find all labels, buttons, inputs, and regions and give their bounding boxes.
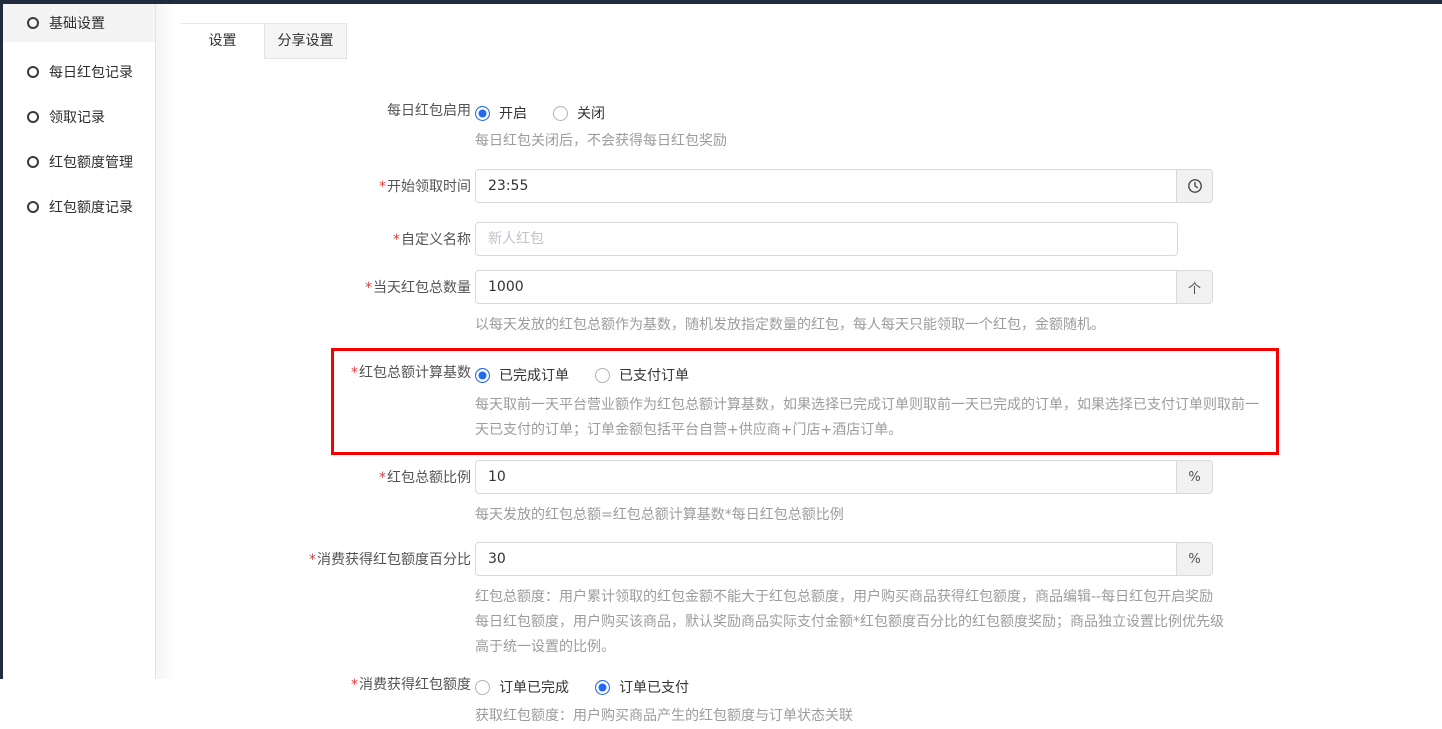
radio-icon — [595, 680, 610, 695]
window-frame-left — [0, 0, 3, 679]
required-mark: * — [365, 280, 372, 296]
radio-enable-off[interactable]: 关闭 — [553, 103, 605, 123]
radio-icon — [475, 680, 490, 695]
field-label: *消费获得红包额度 — [157, 675, 475, 729]
circle-icon — [27, 156, 39, 168]
field-hint: 每天取前一天平台营业额作为红包总额计算基数，如果选择已完成订单则取前一天已完成的… — [475, 393, 1268, 443]
circle-icon — [27, 66, 39, 78]
field-label: *开始领取时间 — [157, 169, 475, 203]
field-label: 每日红包启用 — [157, 101, 475, 154]
circle-icon — [27, 111, 39, 123]
row-quota-order-status: *消费获得红包额度 订单已完成 订单已支付 获取红包额度：用户购买商品产生的红包… — [157, 675, 1442, 729]
field-label: *红包总额计算基数 — [334, 363, 475, 443]
radio-icon — [475, 368, 490, 383]
window-frame-top — [0, 0, 1442, 4]
daily-redpacket-settings-form: 每日红包启用 开启 关闭 每日红包关闭后，不会获得每日红包奖励 — [157, 101, 1442, 729]
row-daily-redpacket-enable: 每日红包启用 开启 关闭 每日红包关闭后，不会获得每日红包奖励 — [157, 101, 1442, 154]
sidebar-item-label: 每日红包记录 — [49, 62, 133, 82]
clock-icon[interactable] — [1176, 170, 1212, 202]
sidebar-item-label: 基础设置 — [49, 13, 105, 33]
required-mark: * — [351, 677, 358, 693]
daily-count-input[interactable] — [476, 271, 1176, 303]
sidebar-item-basic-settings[interactable]: 基础设置 — [3, 4, 155, 42]
field-label: *自定义名称 — [157, 222, 475, 256]
row-total-ratio: *红包总额比例 % 每天发放的红包总额=红包总额计算基数*每日红包总额比例 — [157, 460, 1442, 528]
quota-percent-input[interactable] — [476, 543, 1176, 575]
field-hint: 红包总额度：用户累计领取的红包金额不能大于红包总额度，用户购买商品获得红包额度，… — [475, 585, 1227, 660]
field-hint: 每日红包关闭后，不会获得每日红包奖励 — [475, 129, 1442, 154]
sidebar-item-quota-management[interactable]: 红包额度管理 — [3, 139, 155, 184]
sidebar-item-label: 领取记录 — [49, 107, 105, 127]
radio-completed-orders[interactable]: 已完成订单 — [475, 365, 569, 385]
field-label: *红包总额比例 — [157, 460, 475, 528]
sidebar-item-claim-records[interactable]: 领取记录 — [3, 94, 155, 139]
radio-icon — [475, 106, 490, 121]
field-label: *消费获得红包额度百分比 — [157, 542, 475, 660]
required-mark: * — [379, 179, 386, 195]
row-total-calc-base: *红包总额计算基数 已完成订单 已支付订单 每天取前一天平台营业额作为红包总额计 — [334, 363, 1268, 443]
field-hint: 每天发放的红包总额=红包总额计算基数*每日红包总额比例 — [475, 503, 1442, 528]
total-ratio-input[interactable] — [476, 461, 1176, 493]
required-mark: * — [379, 470, 386, 486]
field-label: *当天红包总数量 — [157, 270, 475, 338]
required-mark: * — [393, 232, 400, 248]
custom-name-input[interactable] — [475, 222, 1178, 256]
percent-addon: % — [1176, 461, 1212, 493]
circle-icon — [27, 17, 39, 29]
row-start-claim-time: *开始领取时间 — [157, 169, 1442, 203]
percent-addon: % — [1176, 543, 1212, 575]
sidebar-item-quota-records[interactable]: 红包额度记录 — [3, 184, 155, 229]
highlight-red-box: *红包总额计算基数 已完成订单 已支付订单 每天取前一天平台营业额作为红包总额计 — [331, 348, 1279, 455]
tab-settings[interactable]: 设置 — [181, 24, 264, 59]
radio-paid-orders[interactable]: 已支付订单 — [595, 365, 689, 385]
sidebar-item-label: 红包额度记录 — [49, 197, 133, 217]
tab-bar: 设置 分享设置 — [181, 23, 347, 59]
unit-addon: 个 — [1176, 271, 1212, 303]
radio-order-completed[interactable]: 订单已完成 — [475, 677, 569, 697]
radio-enable-on[interactable]: 开启 — [475, 103, 527, 123]
sidebar-item-label: 红包额度管理 — [49, 152, 133, 172]
settings-content: 设置 分享设置 每日红包启用 开启 关闭 每日红包关闭后， — [157, 4, 1442, 679]
row-custom-name: *自定义名称 — [157, 222, 1442, 256]
row-quota-percent: *消费获得红包额度百分比 % 红包总额度：用户累计领取的红包金额不能大于红包总额… — [157, 542, 1442, 660]
field-hint: 获取红包额度：用户购买商品产生的红包额度与订单状态关联 — [475, 704, 1442, 729]
field-hint: 以每天发放的红包总额作为基数，随机发放指定数量的红包，每人每天只能领取一个红包，… — [475, 313, 1442, 338]
row-daily-count: *当天红包总数量 个 以每天发放的红包总额作为基数，随机发放指定数量的红包，每人… — [157, 270, 1442, 338]
settings-sidebar: 基础设置 每日红包记录 领取记录 红包额度管理 红包额度记录 — [3, 4, 156, 679]
required-mark: * — [351, 365, 358, 381]
tab-share-settings[interactable]: 分享设置 — [264, 24, 347, 59]
radio-order-paid[interactable]: 订单已支付 — [595, 677, 689, 697]
start-time-input[interactable] — [476, 170, 1176, 202]
radio-icon — [553, 106, 568, 121]
circle-icon — [27, 201, 39, 213]
required-mark: * — [309, 552, 316, 568]
sidebar-item-daily-redpacket-records[interactable]: 每日红包记录 — [3, 49, 155, 94]
radio-icon — [595, 368, 610, 383]
